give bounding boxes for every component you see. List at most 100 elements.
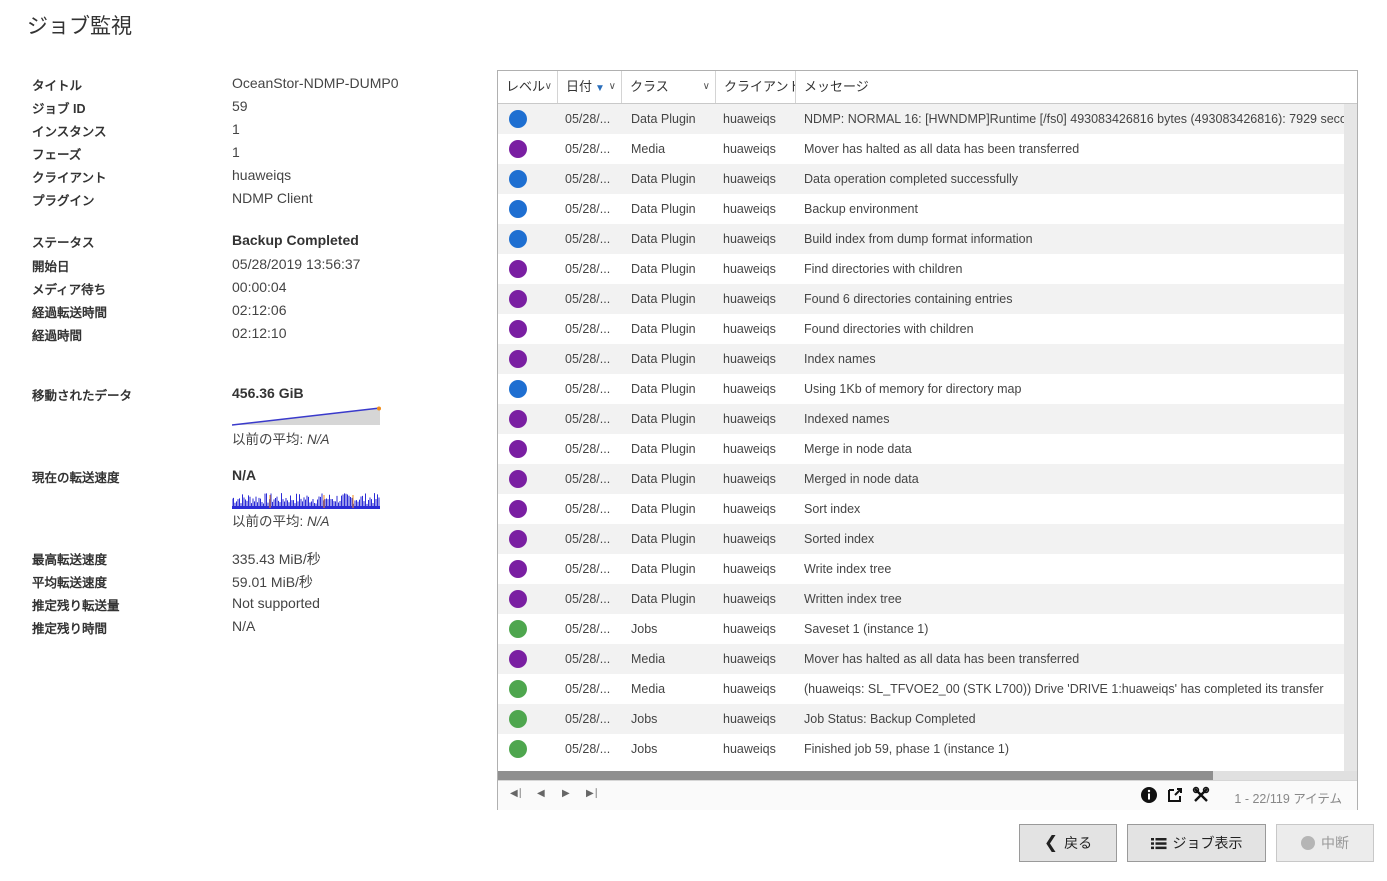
- table-row[interactable]: 05/28/... Data Plugin huaweiqs Sort index: [498, 494, 1344, 524]
- job-view-button[interactable]: ジョブ表示: [1127, 824, 1266, 862]
- column-label: メッセージ: [804, 79, 869, 94]
- table-row[interactable]: 05/28/... Data Plugin huaweiqs Using 1Kb of…: [498, 374, 1344, 404]
- prev-page-icon[interactable]: ◀: [537, 788, 545, 799]
- last-page-icon[interactable]: ▶∣: [586, 788, 599, 799]
- cell-date: 05/28/...: [565, 172, 611, 186]
- info-label: インスタンス: [32, 125, 107, 139]
- info-label: メディア待ち: [32, 283, 107, 297]
- job-log-grid: レベル ∨ 日付 ▼ ∨ クラス ∨ クライアント メッセージ 05/28/...…: [497, 70, 1358, 810]
- cell-client: huaweiqs: [723, 742, 776, 756]
- cell-class: Jobs: [631, 742, 658, 756]
- cell-class: Jobs: [631, 622, 658, 636]
- table-row[interactable]: 05/28/... Data Plugin huaweiqs Indexed name…: [498, 404, 1344, 434]
- info-row-instance: インスタンス 1: [32, 121, 452, 141]
- info-label: プラグイン: [32, 194, 95, 208]
- cell-date: 05/28/...: [565, 472, 611, 486]
- cell-date: 05/28/...: [565, 292, 611, 306]
- horizontal-scrollbar-thumb[interactable]: [498, 771, 1213, 780]
- table-row[interactable]: 05/28/... Data Plugin huaweiqs Found direct…: [498, 314, 1344, 344]
- column-header-date[interactable]: 日付 ▼ ∨: [558, 71, 622, 103]
- cell-message: Write index tree: [804, 562, 892, 576]
- table-row[interactable]: 05/28/... Media huaweiqs Mover has halted a…: [498, 134, 1344, 164]
- cell-class: Data Plugin: [631, 472, 696, 486]
- column-header-client[interactable]: クライアント: [716, 71, 796, 103]
- cell-date: 05/28/...: [565, 652, 611, 666]
- cell-message: Found directories with children: [804, 322, 974, 336]
- cell-client: huaweiqs: [723, 352, 776, 366]
- column-header-message[interactable]: メッセージ: [796, 71, 1357, 103]
- chevron-down-icon[interactable]: ∨: [703, 71, 710, 103]
- grid-pager: ◀∣ ◀ ▶ ▶∣ 1 - 22/119 アイテム: [498, 780, 1357, 810]
- external-link-icon[interactable]: [1166, 786, 1184, 804]
- info-value: N/A: [232, 618, 256, 634]
- level-purple-icon: [509, 500, 527, 518]
- column-header-class[interactable]: クラス ∨: [622, 71, 716, 103]
- avg-prefix: 以前の平均:: [232, 514, 308, 529]
- cell-class: Data Plugin: [631, 592, 696, 606]
- back-button[interactable]: ❮ 戻る: [1019, 824, 1117, 862]
- level-blue-icon: [509, 200, 527, 218]
- info-value: 02:12:06: [232, 302, 287, 318]
- abort-button[interactable]: 中断: [1276, 824, 1374, 862]
- table-row[interactable]: 05/28/... Data Plugin huaweiqs Build index …: [498, 224, 1344, 254]
- stop-icon: [1301, 836, 1315, 850]
- first-page-icon[interactable]: ◀∣: [510, 788, 523, 799]
- cell-message: Merge in node data: [804, 442, 912, 456]
- pager-item-count: 1 - 22/119 アイテム: [1234, 792, 1342, 806]
- vertical-scrollbar[interactable]: [1344, 104, 1357, 771]
- cell-date: 05/28/...: [565, 682, 611, 696]
- table-row[interactable]: 05/28/... Data Plugin huaweiqs Data operati…: [498, 164, 1344, 194]
- info-row-start-date: 開始日 05/28/2019 13:56:37: [32, 256, 452, 276]
- cell-message: Finished job 59, phase 1 (instance 1): [804, 742, 1009, 756]
- table-row[interactable]: 05/28/... Data Plugin huaweiqs Find directo…: [498, 254, 1344, 284]
- cell-message: Sorted index: [804, 532, 875, 546]
- level-purple-icon: [509, 260, 527, 278]
- table-row[interactable]: 05/28/... Data Plugin huaweiqs Found 6 dire…: [498, 284, 1344, 314]
- chevron-down-icon[interactable]: ∨: [545, 71, 552, 103]
- cell-client: huaweiqs: [723, 472, 776, 486]
- cell-class: Data Plugin: [631, 292, 696, 306]
- table-row[interactable]: 05/28/... Media huaweiqs (huaweiqs: SL_TFVO…: [498, 674, 1344, 704]
- table-row[interactable]: 05/28/... Data Plugin huaweiqs Merged in no…: [498, 464, 1344, 494]
- column-header-level[interactable]: レベル ∨: [498, 71, 558, 103]
- level-purple-icon: [509, 650, 527, 668]
- table-row[interactable]: 05/28/... Jobs huaweiqs Job Status: Backup …: [498, 704, 1344, 734]
- info-label: フェーズ: [32, 148, 82, 162]
- info-label: 最高転送速度: [32, 553, 108, 567]
- cell-message: Using 1Kb of memory for directory map: [804, 382, 1022, 396]
- info-label: ステータス: [32, 236, 95, 250]
- table-row[interactable]: 05/28/... Data Plugin huaweiqs Sorted index: [498, 524, 1344, 554]
- table-row[interactable]: 05/28/... Data Plugin huaweiqs Backup envir…: [498, 194, 1344, 224]
- level-green-icon: [509, 620, 527, 638]
- level-purple-icon: [509, 140, 527, 158]
- cell-message: Sort index: [804, 502, 861, 516]
- table-row[interactable]: 05/28/... Data Plugin huaweiqs Merge in nod…: [498, 434, 1344, 464]
- cell-date: 05/28/...: [565, 442, 611, 456]
- info-row-elapsed-time: 経過時間 02:12:10: [32, 325, 452, 345]
- cell-message: (huaweiqs: SL_TFVOE2_00 (STK L700)) Driv…: [804, 682, 1324, 696]
- cell-client: huaweiqs: [723, 142, 776, 156]
- table-row[interactable]: 05/28/... Jobs huaweiqs Saveset 1 (instance…: [498, 614, 1344, 644]
- cell-class: Data Plugin: [631, 202, 696, 216]
- info-icon[interactable]: [1140, 786, 1158, 804]
- cell-class: Data Plugin: [631, 112, 696, 126]
- info-label: 現在の転送速度: [32, 471, 120, 485]
- info-value: 1: [232, 144, 240, 160]
- cell-message: Backup environment: [804, 202, 918, 216]
- cell-date: 05/28/...: [565, 202, 611, 216]
- horizontal-scrollbar[interactable]: [498, 771, 1357, 780]
- data-moved-sparkline: [232, 406, 381, 426]
- next-page-icon[interactable]: ▶: [562, 788, 570, 799]
- chevron-down-icon[interactable]: ∨: [609, 71, 616, 103]
- cell-message: Data operation completed successfully: [804, 172, 1019, 186]
- tools-icon[interactable]: [1192, 786, 1210, 804]
- table-row[interactable]: 05/28/... Data Plugin huaweiqs Write index …: [498, 554, 1344, 584]
- table-row[interactable]: 05/28/... Data Plugin huaweiqs Index names: [498, 344, 1344, 374]
- info-row-remaining-amount: 推定残り転送量 Not supported: [32, 595, 452, 615]
- table-row[interactable]: 05/28/... Data Plugin huaweiqs NDMP: NORMAL…: [498, 104, 1344, 134]
- table-row[interactable]: 05/28/... Jobs huaweiqs Finished job 59, ph…: [498, 734, 1344, 764]
- table-row[interactable]: 05/28/... Media huaweiqs Mover has halted a…: [498, 644, 1344, 674]
- cell-client: huaweiqs: [723, 262, 776, 276]
- cell-class: Data Plugin: [631, 532, 696, 546]
- table-row[interactable]: 05/28/... Data Plugin huaweiqs Written inde…: [498, 584, 1344, 614]
